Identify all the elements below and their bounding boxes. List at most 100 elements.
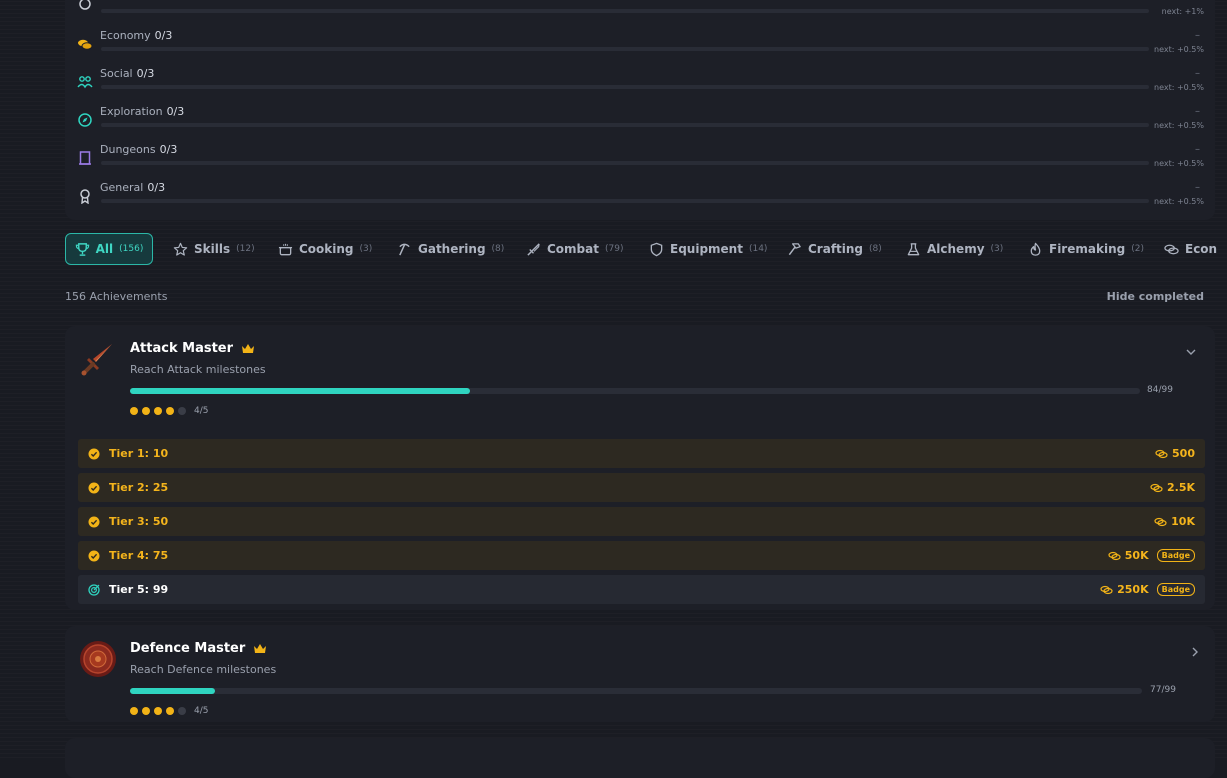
category-value: – xyxy=(1195,68,1200,79)
category-value: – xyxy=(1195,30,1200,41)
tier-reward: 2.5K xyxy=(1150,481,1195,494)
category-progress-track xyxy=(101,161,1149,165)
category-next-bonus: next: +0.5% xyxy=(1154,45,1204,54)
check-circle-icon xyxy=(88,482,100,493)
skills-icon xyxy=(79,0,91,10)
coins-icon xyxy=(1108,551,1121,560)
category-progress-track xyxy=(101,123,1149,127)
tier-label: Tier 3: 50 xyxy=(109,515,169,528)
category-next-bonus: next: +1% xyxy=(1161,7,1204,16)
door-icon xyxy=(79,151,91,165)
people-icon xyxy=(77,76,93,89)
achievement-progress-text: 84/99 xyxy=(1147,385,1173,395)
achievement-title-text: Attack Master xyxy=(130,341,234,356)
badge-label: Badge xyxy=(1156,549,1195,562)
tier-dots: 4/5 xyxy=(130,406,208,416)
achievement-progress-text: 77/99 xyxy=(1150,685,1176,695)
tier-reward-amount: 50K xyxy=(1124,549,1149,562)
coins-icon xyxy=(1155,449,1168,458)
tab-equipment[interactable]: Equipment (14) xyxy=(641,233,775,265)
tab-label: Cooking xyxy=(299,242,354,256)
hide-completed-toggle[interactable]: Hide completed xyxy=(1107,290,1204,303)
tier-dot xyxy=(142,407,150,415)
crown-icon xyxy=(242,344,255,353)
category-progress-track xyxy=(101,85,1149,89)
tier-count: 4/5 xyxy=(194,706,209,716)
tab-cooking[interactable]: Cooking (3) xyxy=(270,233,380,265)
tier-count: 4/5 xyxy=(194,406,209,416)
category-row-social: Social 0/3 – next: +0.5% xyxy=(65,64,1215,102)
achievement-count: 156 Achievements xyxy=(65,290,168,303)
achievement-card-attack-master[interactable]: Attack Master Reach Attack milestones 84… xyxy=(65,326,1215,610)
tab-label: Firemaking xyxy=(1049,242,1126,256)
tab-all[interactable]: All (156) xyxy=(65,233,153,265)
tier-row: Tier 3: 50 10K xyxy=(78,507,1205,536)
achievement-progress-fill xyxy=(130,688,215,694)
chevron-down-icon[interactable] xyxy=(1185,346,1197,358)
tab-label: All xyxy=(95,242,114,256)
tab-alchemy[interactable]: Alchemy (3) xyxy=(898,233,1011,265)
tab-label: Gathering xyxy=(418,242,486,256)
category-value: – xyxy=(1195,144,1200,155)
target-icon xyxy=(88,583,100,596)
achievement-title-text: Defence Master xyxy=(130,641,246,656)
achievement-card-defence-master[interactable]: Defence Master Reach Defence milestones … xyxy=(65,626,1215,722)
check-circle-icon xyxy=(88,448,100,459)
badge-label: Badge xyxy=(1156,583,1195,596)
tier-dot xyxy=(154,407,162,415)
category-label: General 0/3 xyxy=(100,181,166,194)
tab-economy[interactable]: Econ xyxy=(1156,233,1217,265)
category-label: Dungeons 0/3 xyxy=(100,143,178,156)
tab-label: Combat xyxy=(547,242,599,256)
tier-label: Tier 5: 99 xyxy=(109,583,169,596)
tab-label: Crafting xyxy=(808,242,864,256)
crown-icon xyxy=(254,644,267,653)
tab-count: (14) xyxy=(748,244,768,254)
tier-label: Tier 1: 10 xyxy=(109,447,169,460)
tab-label: Econ xyxy=(1185,242,1217,256)
tab-label: Alchemy xyxy=(927,242,985,256)
trophy-icon xyxy=(75,242,89,256)
shield-icon xyxy=(650,242,663,256)
check-circle-icon xyxy=(88,516,100,527)
tier-dot xyxy=(130,407,138,415)
achievement-description: Reach Attack milestones xyxy=(130,363,266,376)
tab-gathering[interactable]: Gathering (8) xyxy=(389,233,512,265)
tab-count: (8) xyxy=(869,244,882,254)
tab-count: (8) xyxy=(491,244,505,254)
coins-icon xyxy=(1154,517,1167,526)
tier-reward-amount: 2.5K xyxy=(1166,481,1195,494)
tier-dot xyxy=(178,407,186,415)
tier-dot xyxy=(142,707,150,715)
category-row-general: General 0/3 – next: +0.5% xyxy=(65,178,1215,216)
tier-dot xyxy=(154,707,162,715)
tab-label: Equipment xyxy=(670,242,743,256)
tier-label: Tier 2: 25 xyxy=(109,481,169,494)
category-progress-track xyxy=(101,9,1149,13)
tab-skills[interactable]: Skills (12) xyxy=(165,233,263,265)
compass-icon xyxy=(78,113,92,127)
tab-crafting[interactable]: Crafting (8) xyxy=(779,233,890,265)
sword-icon xyxy=(527,242,540,256)
achievement-progress-fill xyxy=(130,388,470,394)
check-circle-icon xyxy=(88,550,100,561)
tier-dot xyxy=(166,407,174,415)
tier-dot xyxy=(130,707,138,715)
achievement-progress-track xyxy=(130,388,1140,394)
tab-count: (3) xyxy=(359,244,373,254)
tab-count: (79) xyxy=(604,244,624,254)
tab-combat[interactable]: Combat (79) xyxy=(518,233,631,265)
category-row-exploration: Exploration 0/3 – next: +0.5% xyxy=(65,102,1215,140)
tab-firemaking[interactable]: Firemaking (2) xyxy=(1020,233,1152,265)
tab-count: (156) xyxy=(119,244,144,254)
tier-label: Tier 4: 75 xyxy=(109,549,169,562)
chevron-right-icon[interactable] xyxy=(1189,646,1201,658)
coins-icon xyxy=(1150,483,1163,492)
category-progress-track xyxy=(101,199,1149,203)
coins-icon xyxy=(1164,244,1179,254)
category-label: Economy 0/3 xyxy=(100,29,173,42)
tier-reward-amount: 250K xyxy=(1117,583,1149,596)
tier-reward-amount: 10K xyxy=(1171,515,1195,528)
achievement-card-next[interactable] xyxy=(65,738,1215,778)
tab-count: (2) xyxy=(1131,244,1144,254)
